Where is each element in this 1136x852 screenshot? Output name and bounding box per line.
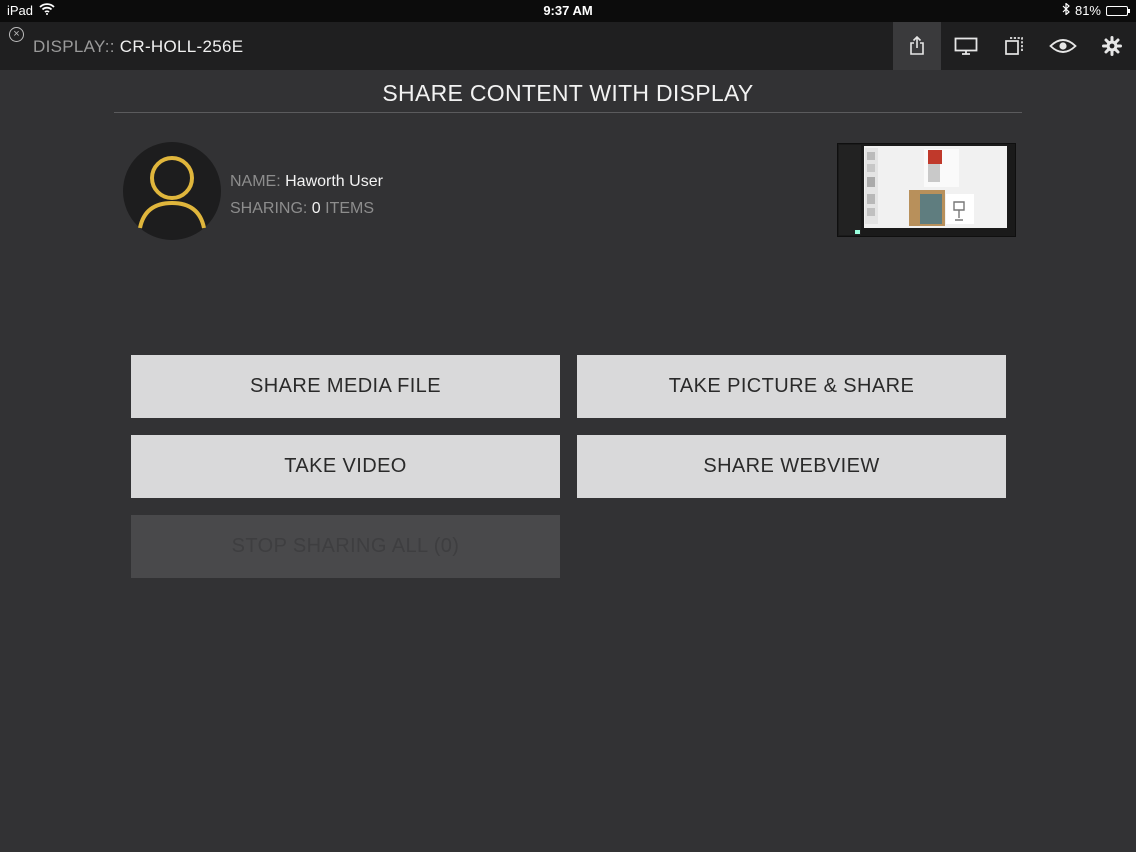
battery-icon [1106,5,1130,16]
sharing-count: 0 [311,200,321,217]
close-circle-icon[interactable]: × [9,27,24,42]
gear-icon[interactable] [1088,22,1136,70]
take-picture-share-button[interactable]: TAKE PICTURE & SHARE [577,355,1006,418]
display-prefix: DISPLAY:: [33,37,115,56]
user-icon [138,156,206,229]
bluetooth-icon [1062,2,1070,18]
share-media-file-button[interactable]: SHARE MEDIA FILE [131,355,560,418]
display-preview-thumbnail[interactable] [837,143,1016,237]
preview-image [838,144,1015,236]
take-video-button[interactable]: TAKE VIDEO [131,435,560,498]
share-webview-button[interactable]: SHARE WEBVIEW [577,435,1006,498]
sharing-label: SHARING: [230,200,308,217]
user-name-row: NAME: Haworth User [230,168,383,195]
display-name: CR-HOLL-256E [119,37,244,56]
sharing-row: SHARING: 0 ITEMS [230,195,383,222]
monitor-icon[interactable] [942,22,990,70]
top-bar: × DISPLAY:: CR-HOLL-256E [0,22,1136,70]
avatar [123,142,221,240]
name-label: NAME: [230,173,281,190]
user-info: NAME: Haworth User SHARING: 0 ITEMS [230,168,383,222]
share-icon[interactable] [893,22,941,70]
status-time: 9:37 AM [543,3,593,18]
display-title: DISPLAY:: CR-HOLL-256E [33,37,243,57]
battery-percent: 81% [1074,3,1101,18]
name-value: Haworth User [285,173,383,190]
sharing-suffix: ITEMS [325,200,375,217]
status-bar: iPad 9:37 AM 81% [0,0,1136,22]
status-right: 81% [1062,2,1130,18]
title-divider [114,112,1022,113]
stop-sharing-all-button[interactable]: STOP SHARING ALL (0) [131,515,560,578]
page-title: SHARE CONTENT WITH DISPLAY [382,80,754,106]
layers-icon[interactable] [990,22,1038,70]
eye-icon[interactable] [1039,22,1087,70]
